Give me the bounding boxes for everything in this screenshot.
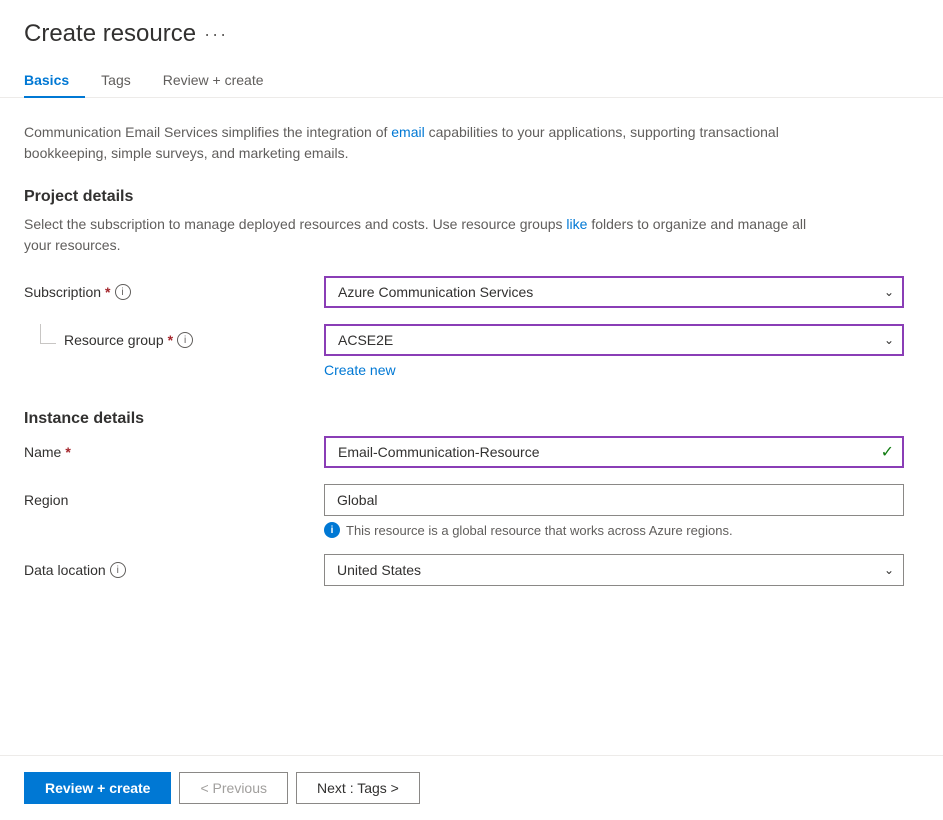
resource-group-label-col: Resource group * i (24, 324, 324, 348)
subscription-required: * (105, 284, 110, 300)
name-label-col: Name * (24, 436, 324, 460)
description-text: Communication Email Services simplifies … (24, 122, 824, 164)
data-location-select[interactable]: United States (324, 554, 904, 586)
review-create-button[interactable]: Review + create (24, 772, 171, 804)
data-location-label-col: Data location i (24, 554, 324, 578)
data-location-info-icon[interactable]: i (110, 562, 126, 578)
tab-basics[interactable]: Basics (24, 64, 85, 98)
region-row: Region i This resource is a global resou… (24, 484, 919, 538)
create-new-link[interactable]: Create new (324, 362, 396, 378)
footer: Review + create < Previous Next : Tags > (0, 755, 943, 820)
name-required: * (65, 444, 70, 460)
more-options-icon[interactable]: ··· (204, 24, 228, 45)
resource-group-info-icon[interactable]: i (177, 332, 193, 348)
data-location-select-wrapper: United States ⌄ (324, 554, 904, 586)
tab-tags[interactable]: Tags (85, 64, 147, 98)
name-input-col: ✓ (324, 436, 904, 468)
data-location-row: Data location i United States ⌄ (24, 554, 919, 586)
data-location-input-col: United States ⌄ (324, 554, 904, 586)
main-content: Communication Email Services simplifies … (0, 98, 943, 687)
region-label: Region (24, 492, 324, 508)
subscription-select[interactable]: Azure Communication Services (324, 276, 904, 308)
data-location-label: Data location i (24, 562, 324, 578)
project-details-section: Project details Select the subscription … (24, 188, 919, 378)
region-input-wrapper (324, 484, 904, 516)
next-button[interactable]: Next : Tags > (296, 772, 420, 804)
name-input[interactable] (324, 436, 904, 468)
subscription-select-wrapper: Azure Communication Services ⌄ (324, 276, 904, 308)
name-checkmark-icon: ✓ (881, 442, 894, 462)
subscription-label-col: Subscription * i (24, 276, 324, 300)
resource-group-required: * (168, 332, 173, 348)
region-label-col: Region (24, 484, 324, 508)
subscription-row: Subscription * i Azure Communication Ser… (24, 276, 919, 308)
name-input-wrapper: ✓ (324, 436, 904, 468)
name-label: Name * (24, 444, 324, 460)
region-input[interactable] (324, 484, 904, 516)
subscription-label: Subscription * i (24, 284, 324, 300)
resource-group-input-col: ACSE2E ⌄ Create new (324, 324, 904, 378)
tab-bar: Basics Tags Review + create (0, 48, 943, 98)
resource-group-select[interactable]: ACSE2E (324, 324, 904, 356)
subscription-input-col: Azure Communication Services ⌄ (324, 276, 904, 308)
tab-review-create[interactable]: Review + create (147, 64, 280, 98)
page-header: Create resource ··· (0, 0, 943, 48)
bracket-decoration (40, 324, 56, 344)
instance-details-section: Instance details Name * ✓ Region (24, 410, 919, 586)
region-input-col: i This resource is a global resource tha… (324, 484, 904, 538)
name-row: Name * ✓ (24, 436, 919, 468)
region-info-circle-icon: i (324, 522, 340, 538)
instance-details-title: Instance details (24, 410, 919, 428)
project-details-desc: Select the subscription to manage deploy… (24, 214, 824, 256)
resource-group-row: Resource group * i ACSE2E ⌄ Create new (24, 324, 919, 378)
region-info-note: i This resource is a global resource tha… (324, 522, 904, 538)
project-details-title: Project details (24, 188, 919, 206)
resource-group-select-wrapper: ACSE2E ⌄ (324, 324, 904, 356)
page-title: Create resource (24, 20, 196, 48)
previous-button[interactable]: < Previous (179, 772, 288, 804)
subscription-info-icon[interactable]: i (115, 284, 131, 300)
resource-group-label: Resource group * i (64, 332, 193, 348)
